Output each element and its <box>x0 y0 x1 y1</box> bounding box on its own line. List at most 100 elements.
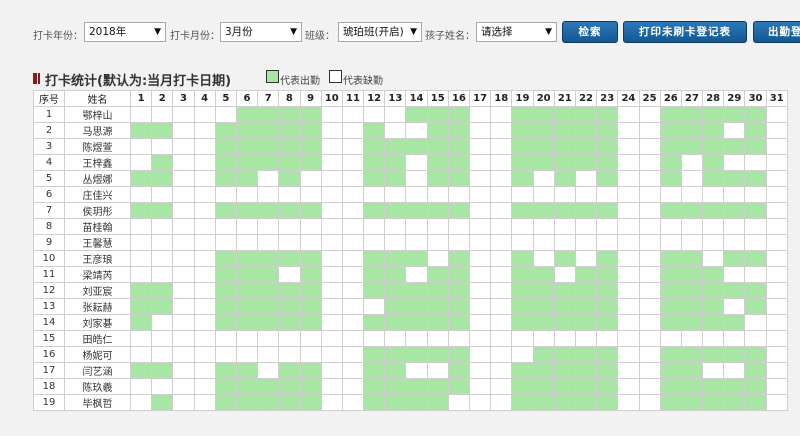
day-header: 20 <box>532 90 555 107</box>
day-header: 14 <box>405 90 428 107</box>
attendance-cell-absent <box>320 314 343 331</box>
attendance-cell-absent <box>193 298 216 315</box>
table-row: 7 侯玥彤 <box>33 202 788 219</box>
attendance-cell-present <box>257 378 280 395</box>
row-name: 陈煜萱 <box>64 138 131 155</box>
attendance-cell-absent <box>765 154 788 171</box>
attendance-cell-present <box>299 314 322 331</box>
attendance-cell-present <box>596 362 619 379</box>
attendance-cell-absent <box>257 218 280 235</box>
attendance-cell-present <box>299 378 322 395</box>
attendance-cell-absent <box>193 250 216 267</box>
attendance-cell-present <box>299 138 322 155</box>
table-row: 6 庄佳兴 <box>33 186 788 203</box>
attendance-cell-absent <box>341 218 365 235</box>
attendance-cell-absent <box>426 234 449 251</box>
row-name: 闫艺涵 <box>64 362 131 379</box>
attendance-cell-absent <box>638 362 661 379</box>
attendance-cell-absent <box>129 234 153 251</box>
year-select[interactable]: 2018年 ▼ <box>84 22 166 42</box>
attendance-cell-present <box>723 138 746 155</box>
attendance-cell-absent <box>426 362 449 379</box>
attendance-cell-present <box>363 266 386 283</box>
attendance-cell-absent <box>617 298 640 315</box>
attendance-cell-present <box>214 266 237 283</box>
attendance-cell-absent <box>151 378 174 395</box>
attendance-cell-present <box>574 282 598 299</box>
attendance-cell-absent <box>193 218 216 235</box>
search-button[interactable]: 检索 <box>562 21 618 43</box>
attendance-cell-absent <box>129 346 153 363</box>
attendance-cell-absent <box>278 218 301 235</box>
attendance-cell-present <box>299 202 322 219</box>
attendance-cell-absent <box>744 218 767 235</box>
attendance-cell-present <box>426 122 449 139</box>
attendance-cell-absent <box>765 250 788 267</box>
attendance-cell-absent <box>744 330 767 347</box>
attendance-cell-absent <box>617 218 640 235</box>
attendance-cell-absent <box>341 362 365 379</box>
attendance-cell-present <box>214 122 237 139</box>
print-unswiped-button[interactable]: 打印未刷卡登记表 <box>623 21 747 43</box>
attendance-cell-present <box>532 298 555 315</box>
attendance-cell-present <box>680 298 704 315</box>
day-header: 10 <box>320 90 343 107</box>
attendance-cell-absent <box>341 138 365 155</box>
attendance-cell-present <box>257 282 280 299</box>
attendance-cell-present <box>511 394 534 411</box>
row-name: 王彦琅 <box>64 250 131 267</box>
row-seq: 17 <box>33 362 65 379</box>
day-header: 27 <box>680 90 704 107</box>
attendance-cell-present <box>257 298 280 315</box>
attendance-cell-present <box>511 106 534 123</box>
attendance-cell-present <box>574 362 598 379</box>
attendance-cell-absent <box>511 346 534 363</box>
row-seq: 16 <box>33 346 65 363</box>
attendance-cell-present <box>405 394 428 411</box>
table-row: 5 丛煜娜 <box>33 170 788 187</box>
attendance-cell-present <box>574 266 598 283</box>
attendance-cell-absent <box>405 234 428 251</box>
section-header: 打卡统计(默认为:当月打卡日期) 代表出勤 代表缺勤 <box>33 70 793 89</box>
row-name: 马思源 <box>64 122 131 139</box>
attendance-cell-present <box>384 138 407 155</box>
attendance-cell-present <box>151 394 174 411</box>
attendance-cell-present <box>680 250 704 267</box>
dropdown-arrow-icon: ▼ <box>545 27 552 37</box>
attendance-cell-absent <box>426 330 449 347</box>
attendance-cell-absent <box>257 186 280 203</box>
attendance-register-button[interactable]: 出勤登记 <box>753 21 800 43</box>
attendance-cell-absent <box>574 218 598 235</box>
attendance-cell-absent <box>320 346 343 363</box>
row-name: 刘亚宸 <box>64 282 131 299</box>
attendance-cell-absent <box>129 186 153 203</box>
child-select[interactable]: 请选择 ▼ <box>476 22 557 42</box>
attendance-cell-present <box>723 314 746 331</box>
attendance-cell-absent <box>702 218 725 235</box>
attendance-cell-present <box>659 282 682 299</box>
attendance-cell-absent <box>151 346 174 363</box>
attendance-cell-absent <box>765 266 788 283</box>
attendance-cell-absent <box>596 330 619 347</box>
attendance-cell-present <box>447 250 471 267</box>
attendance-cell-absent <box>744 314 767 331</box>
class-select[interactable]: 琥珀班(开启) ▼ <box>338 22 422 42</box>
attendance-cell-present <box>596 298 619 315</box>
day-header: 2 <box>151 90 174 107</box>
month-select[interactable]: 3月份 ▼ <box>220 22 302 42</box>
attendance-cell-present <box>235 282 259 299</box>
attendance-cell-present <box>235 266 259 283</box>
attendance-cell-absent <box>341 298 365 315</box>
attendance-cell-absent <box>214 218 237 235</box>
attendance-cell-absent <box>129 218 153 235</box>
attendance-cell-absent <box>617 394 640 411</box>
attendance-cell-absent <box>638 138 661 155</box>
day-header: 23 <box>596 90 619 107</box>
attendance-cell-present <box>553 298 576 315</box>
attendance-cell-present <box>596 106 619 123</box>
attendance-cell-present <box>257 122 280 139</box>
attendance-cell-absent <box>320 282 343 299</box>
day-header: 1 <box>129 90 153 107</box>
attendance-cell-absent <box>214 346 237 363</box>
attendance-cell-absent <box>638 202 661 219</box>
